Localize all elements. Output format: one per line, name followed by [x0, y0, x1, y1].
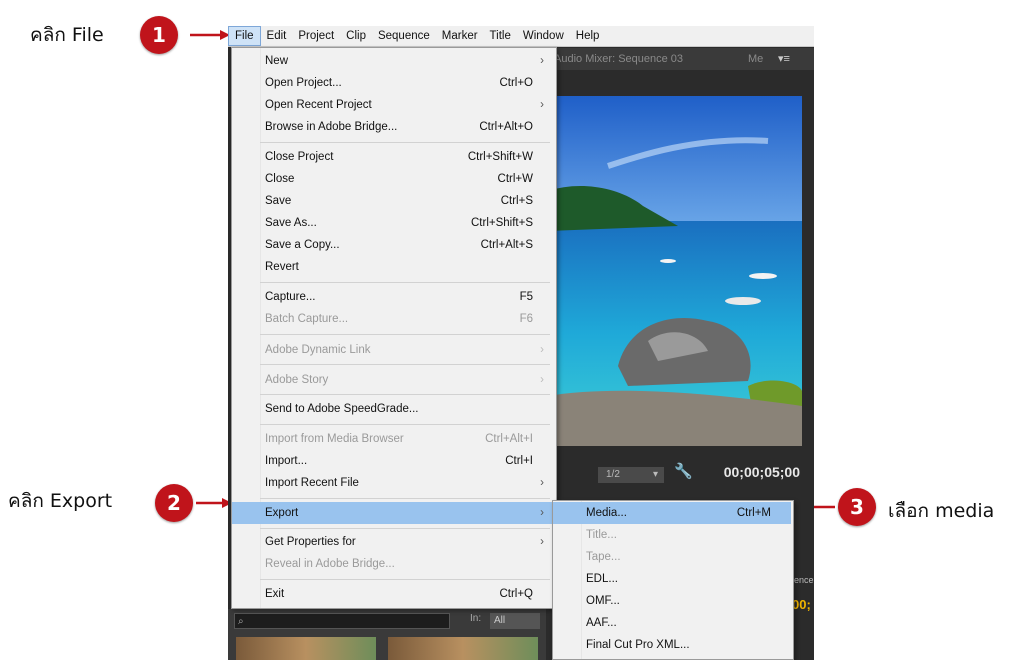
search-icon: ⌕	[238, 616, 244, 627]
file-menu-item-save-copy[interactable]: Save a Copy... Ctrl+Alt+S	[232, 234, 554, 256]
step3-badge: 3	[838, 488, 876, 526]
step1-caption: คลิก File	[30, 24, 104, 46]
in-label: In:	[470, 613, 482, 624]
panel-menu-icon[interactable]: ▾≡	[778, 48, 790, 70]
export-item-edl[interactable]: EDL...	[553, 568, 791, 590]
menu-file[interactable]: File	[228, 26, 261, 46]
program-monitor-preview	[548, 96, 802, 446]
timeline-edge: ence 00;	[792, 555, 814, 660]
file-menu-item-dynamic-link: Adobe Dynamic Link ›	[265, 344, 544, 356]
menu-edit[interactable]: Edit	[261, 26, 293, 46]
file-menu-item-import-recent[interactable]: Import Recent File ›	[232, 472, 554, 494]
project-search-input[interactable]: ⌕	[234, 613, 450, 629]
wrench-icon[interactable]: 🔧	[674, 462, 693, 480]
step2-arrow-icon	[196, 498, 232, 508]
panel-tab-bar: Audio Mixer: Sequence 03 Me ▾≡	[546, 48, 814, 70]
step1-arrow-icon	[190, 30, 230, 40]
export-item-aaf[interactable]: AAF...	[553, 612, 791, 634]
file-menu-item-adobe-story: Adobe Story ›	[265, 374, 544, 386]
menu-sequence[interactable]: Sequence	[372, 26, 436, 46]
beach-preview-image	[548, 96, 802, 446]
file-menu-item-batch-capture: Batch Capture... F6	[265, 313, 533, 325]
file-menu-item-export[interactable]: Export ›	[232, 502, 554, 524]
menu-bar: File Edit Project Clip Sequence Marker T…	[228, 26, 814, 47]
file-menu-item-new[interactable]: New ›	[232, 50, 554, 72]
export-item-media[interactable]: Media... Ctrl+M	[553, 502, 791, 524]
file-menu-dropdown: New › Open Project... Ctrl+O Open Recent P…	[231, 47, 557, 609]
file-menu-item-open-recent[interactable]: Open Recent Project ›	[232, 94, 554, 116]
side-fragment-timecode: 00;	[792, 597, 811, 612]
step2-caption: คลิก Export	[8, 490, 113, 512]
timecode-display: 00;00;05;00	[723, 464, 800, 480]
export-item-tape: Tape...	[586, 551, 621, 563]
file-menu-item-close[interactable]: Close Ctrl+W	[232, 168, 554, 190]
step3-caption: เลือก media	[888, 500, 995, 522]
file-menu-item-save-as[interactable]: Save As... Ctrl+Shift+S	[232, 212, 554, 234]
menu-project[interactable]: Project	[292, 26, 340, 46]
tab-metadata[interactable]: Me	[748, 48, 763, 70]
menu-window[interactable]: Window	[517, 26, 570, 46]
step2-badge: 2	[155, 484, 193, 522]
zoom-select[interactable]: 1/2 ▾	[598, 467, 664, 483]
file-menu-item-capture[interactable]: Capture... F5	[232, 286, 554, 308]
file-menu-item-open-project[interactable]: Open Project... Ctrl+O	[232, 72, 554, 94]
file-menu-item-import[interactable]: Import... Ctrl+I	[232, 450, 554, 472]
menu-clip[interactable]: Clip	[340, 26, 372, 46]
export-submenu: Media... Ctrl+M Title... Tape... EDL... O…	[552, 500, 794, 660]
menu-title[interactable]: Title	[484, 26, 517, 46]
file-menu-item-import-media-browser: Import from Media Browser Ctrl+Alt+I	[265, 433, 533, 445]
export-item-final-cut-xml[interactable]: Final Cut Pro XML...	[553, 634, 791, 656]
file-menu-item-get-properties[interactable]: Get Properties for ›	[232, 531, 554, 553]
file-menu-item-revert[interactable]: Revert	[232, 256, 554, 278]
file-menu-item-reveal-bridge: Reveal in Adobe Bridge...	[265, 558, 395, 570]
monitor-controls: 1/2 ▾ 🔧 00;00;05;00	[546, 458, 814, 488]
project-panel: ⌕ In: All	[228, 609, 546, 660]
file-menu-item-close-project[interactable]: Close Project Ctrl+Shift+W	[232, 146, 554, 168]
file-menu-item-browse-bridge[interactable]: Browse in Adobe Bridge... Ctrl+Alt+O	[232, 116, 554, 138]
clip-thumbnail[interactable]	[388, 637, 538, 660]
in-filter-select[interactable]: All	[490, 613, 540, 629]
side-fragment-top: ence	[794, 575, 814, 585]
file-menu-item-speedgrade[interactable]: Send to Adobe SpeedGrade...	[232, 398, 554, 420]
file-menu-item-save[interactable]: Save Ctrl+S	[232, 190, 554, 212]
export-item-omf[interactable]: OMF...	[553, 590, 791, 612]
menu-help[interactable]: Help	[570, 26, 606, 46]
export-item-title: Title...	[586, 529, 617, 541]
menu-marker[interactable]: Marker	[436, 26, 484, 46]
clip-thumbnail[interactable]	[236, 637, 376, 660]
file-menu-item-exit[interactable]: Exit Ctrl+Q	[232, 583, 554, 605]
tab-audio-mixer[interactable]: Audio Mixer: Sequence 03	[554, 48, 683, 70]
step1-badge: 1	[140, 16, 178, 54]
